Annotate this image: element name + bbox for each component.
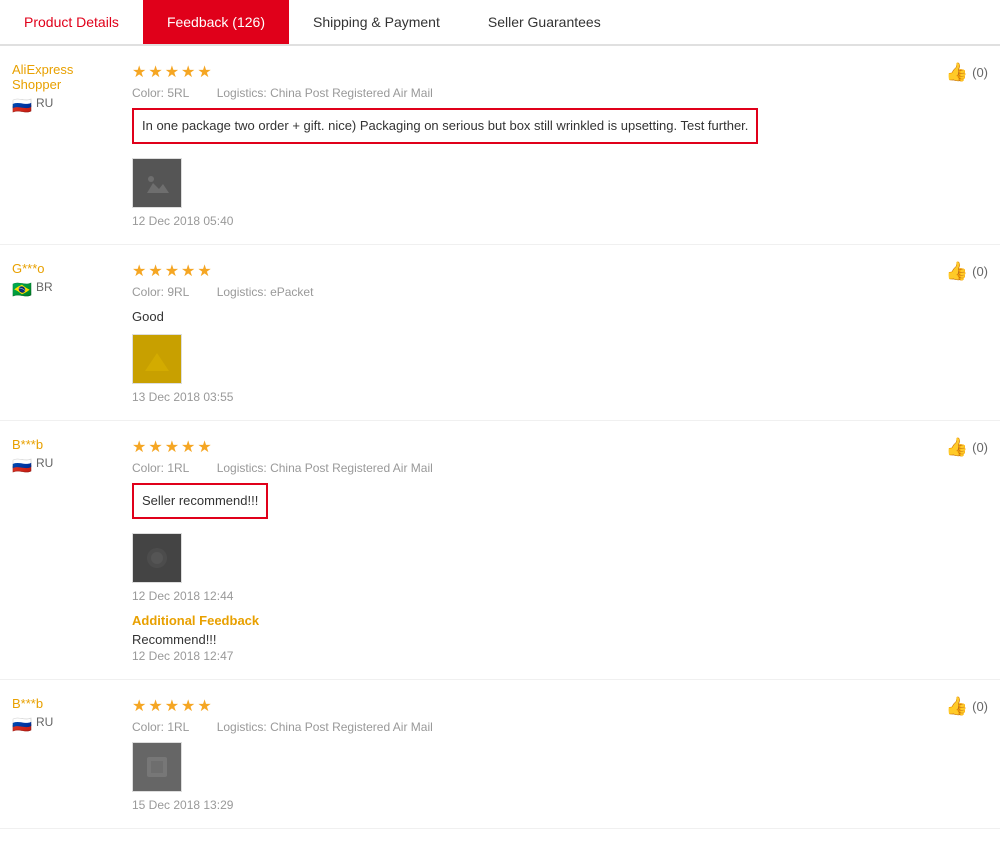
review-meta: Color: 5RL Logistics: China Post Registe… bbox=[132, 86, 988, 100]
additional-feedback-text: Recommend!!! bbox=[132, 632, 988, 647]
review-text: Seller recommend!!! bbox=[132, 483, 268, 519]
tab-seller-guarantees[interactable]: Seller Guarantees bbox=[464, 0, 625, 44]
tab-shipping-payment[interactable]: Shipping & Payment bbox=[289, 0, 464, 44]
review-image[interactable] bbox=[132, 533, 182, 583]
star-1: ★ bbox=[132, 437, 146, 457]
like-button[interactable]: 👍 (0) bbox=[946, 696, 988, 717]
star-2: ★ bbox=[148, 696, 162, 716]
star-4: ★ bbox=[181, 696, 195, 716]
star-5: ★ bbox=[197, 696, 211, 716]
star-2: ★ bbox=[148, 437, 162, 457]
review-date: 12 Dec 2018 12:44 bbox=[132, 589, 988, 603]
reviewer-info: AliExpress Shopper 🇷🇺 RU bbox=[12, 62, 122, 228]
star-3: ★ bbox=[165, 62, 179, 82]
like-count: (0) bbox=[972, 440, 988, 455]
logistics-info: Logistics: China Post Registered Air Mai… bbox=[217, 720, 445, 734]
thumbs-up-icon: 👍 bbox=[946, 696, 968, 717]
star-rating: ★ ★ ★ ★ ★ bbox=[132, 696, 988, 716]
review-content: ★ ★ ★ ★ ★ Color: 1RL Logistics: China Po… bbox=[122, 437, 988, 663]
review-content: ★ ★ ★ ★ ★ Color: 9RL Logistics: ePacket … bbox=[122, 261, 988, 405]
thumbs-up-icon: 👍 bbox=[946, 437, 968, 458]
thumbs-up-icon: 👍 bbox=[946, 62, 968, 83]
review-image[interactable] bbox=[132, 158, 182, 208]
reviewer-info: B***b 🇷🇺 RU bbox=[12, 437, 122, 663]
star-2: ★ bbox=[148, 62, 162, 82]
like-count: (0) bbox=[972, 264, 988, 279]
review-date: 12 Dec 2018 05:40 bbox=[132, 214, 988, 228]
country-code: RU bbox=[36, 96, 53, 110]
reviewer-country: 🇧🇷 BR bbox=[12, 280, 53, 294]
review-date: 13 Dec 2018 03:55 bbox=[132, 390, 988, 404]
flag-icon: 🇷🇺 bbox=[12, 715, 32, 729]
color-info: Color: 1RL bbox=[132, 461, 201, 475]
review-item: B***b 🇷🇺 RU ★ ★ ★ ★ ★ Color: 1RL Logisti… bbox=[0, 421, 1000, 680]
tab-bar: Product Details Feedback (126) Shipping … bbox=[0, 0, 1000, 46]
star-5: ★ bbox=[197, 261, 211, 281]
reviewer-info: G***o 🇧🇷 BR bbox=[12, 261, 122, 405]
color-info: Color: 9RL bbox=[132, 285, 201, 299]
star-3: ★ bbox=[165, 261, 179, 281]
review-item: AliExpress Shopper 🇷🇺 RU ★ ★ ★ ★ ★ Color… bbox=[0, 46, 1000, 245]
thumbs-up-icon: 👍 bbox=[946, 261, 968, 282]
additional-feedback-label: Additional Feedback bbox=[132, 613, 988, 628]
review-item: B***b 🇷🇺 RU ★ ★ ★ ★ ★ Color: 1RL Logisti… bbox=[0, 680, 1000, 829]
additional-feedback-date: 12 Dec 2018 12:47 bbox=[132, 649, 988, 663]
star-2: ★ bbox=[148, 261, 162, 281]
like-count: (0) bbox=[972, 65, 988, 80]
reviewer-name: B***b bbox=[12, 696, 43, 711]
review-content: ★ ★ ★ ★ ★ Color: 1RL Logistics: China Po… bbox=[122, 696, 988, 812]
tab-product-details[interactable]: Product Details bbox=[0, 0, 143, 44]
review-meta: Color: 9RL Logistics: ePacket bbox=[132, 285, 988, 299]
reviewer-name: B***b bbox=[12, 437, 43, 452]
country-code: RU bbox=[36, 715, 53, 729]
review-meta: Color: 1RL Logistics: China Post Registe… bbox=[132, 720, 988, 734]
additional-feedback: Additional Feedback Recommend!!! 12 Dec … bbox=[132, 613, 988, 663]
reviewer-info: B***b 🇷🇺 RU bbox=[12, 696, 122, 812]
country-code: RU bbox=[36, 456, 53, 470]
star-3: ★ bbox=[165, 696, 179, 716]
star-3: ★ bbox=[165, 437, 179, 457]
color-info: Color: 1RL bbox=[132, 720, 201, 734]
reviewer-country: 🇷🇺 RU bbox=[12, 96, 53, 110]
review-text: In one package two order + gift. nice) P… bbox=[132, 108, 758, 144]
star-1: ★ bbox=[132, 261, 146, 281]
star-4: ★ bbox=[181, 62, 195, 82]
review-meta: Color: 1RL Logistics: China Post Registe… bbox=[132, 461, 988, 475]
logistics-info: Logistics: China Post Registered Air Mai… bbox=[217, 461, 445, 475]
reviewer-country: 🇷🇺 RU bbox=[12, 715, 53, 729]
star-1: ★ bbox=[132, 62, 146, 82]
review-image[interactable] bbox=[132, 742, 182, 792]
star-5: ★ bbox=[197, 437, 211, 457]
like-count: (0) bbox=[972, 699, 988, 714]
star-4: ★ bbox=[181, 437, 195, 457]
star-5: ★ bbox=[197, 62, 211, 82]
like-button[interactable]: 👍 (0) bbox=[946, 62, 988, 83]
country-code: BR bbox=[36, 280, 53, 294]
review-image[interactable] bbox=[132, 334, 182, 384]
review-item: G***o 🇧🇷 BR ★ ★ ★ ★ ★ Color: 9RL Logisti… bbox=[0, 245, 1000, 422]
reviews-list: AliExpress Shopper 🇷🇺 RU ★ ★ ★ ★ ★ Color… bbox=[0, 46, 1000, 829]
like-button[interactable]: 👍 (0) bbox=[946, 437, 988, 458]
flag-icon: 🇷🇺 bbox=[12, 456, 32, 470]
star-rating: ★ ★ ★ ★ ★ bbox=[132, 62, 988, 82]
star-1: ★ bbox=[132, 696, 146, 716]
star-rating: ★ ★ ★ ★ ★ bbox=[132, 261, 988, 281]
tab-feedback[interactable]: Feedback (126) bbox=[143, 0, 289, 44]
color-info: Color: 5RL bbox=[132, 86, 201, 100]
logistics-info: Logistics: ePacket bbox=[217, 285, 326, 299]
star-4: ★ bbox=[181, 261, 195, 281]
review-content: ★ ★ ★ ★ ★ Color: 5RL Logistics: China Po… bbox=[122, 62, 988, 228]
reviewer-name: AliExpress Shopper bbox=[12, 62, 122, 92]
flag-icon: 🇷🇺 bbox=[12, 96, 32, 110]
reviewer-country: 🇷🇺 RU bbox=[12, 456, 53, 470]
like-button[interactable]: 👍 (0) bbox=[946, 261, 988, 282]
star-rating: ★ ★ ★ ★ ★ bbox=[132, 437, 988, 457]
logistics-info: Logistics: China Post Registered Air Mai… bbox=[217, 86, 445, 100]
reviewer-name: G***o bbox=[12, 261, 45, 276]
flag-icon: 🇧🇷 bbox=[12, 280, 32, 294]
review-date: 15 Dec 2018 13:29 bbox=[132, 798, 988, 812]
review-text: Good bbox=[132, 307, 988, 327]
